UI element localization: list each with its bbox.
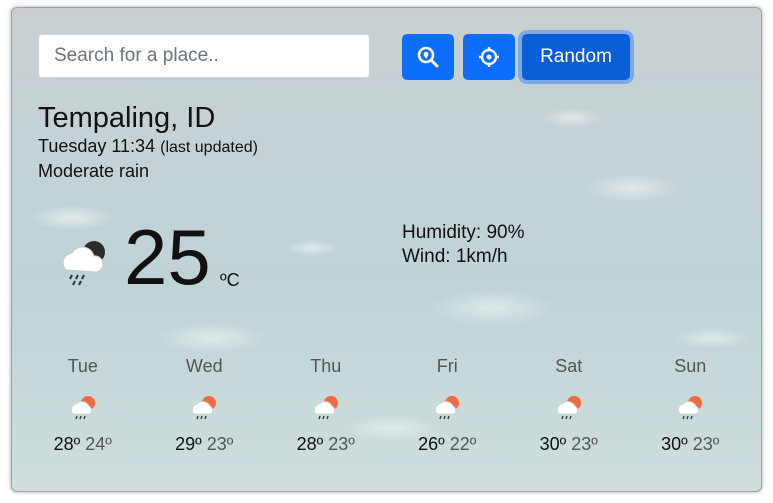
search-button[interactable]	[402, 34, 454, 80]
random-button[interactable]: Random	[522, 34, 630, 80]
sun-rain-icon	[387, 386, 509, 428]
forecast-day: Sat 30º 23º	[508, 356, 630, 455]
forecast-day-name: Thu	[310, 356, 342, 376]
forecast-day: Thu 28º 23º	[265, 356, 387, 455]
forecast-high: 28º	[53, 434, 81, 454]
forecast-temps: 26º 22º	[387, 434, 509, 455]
current-location-button[interactable]	[463, 34, 515, 80]
sun-rain-icon	[22, 386, 144, 428]
forecast-day: Tue 28º 24º	[22, 356, 144, 455]
forecast-low: 23º	[328, 434, 355, 454]
sun-rain-icon	[265, 386, 387, 428]
weather-card: Search for a place.. Random Tempaling, I…	[11, 7, 762, 492]
forecast-day: Wed 29º 23º	[144, 356, 266, 455]
forecast-temps: 28º 23º	[265, 434, 387, 455]
forecast-temps: 30º 23º	[508, 434, 630, 455]
location-name: Tempaling, ID	[38, 102, 216, 134]
forecast-day-name: Fri	[436, 356, 458, 376]
search-input[interactable]: Search for a place..	[38, 34, 370, 78]
forecast-day-name: Sat	[555, 356, 583, 376]
updated-note: (last updated)	[160, 139, 258, 156]
forecast-low: 23º	[571, 434, 598, 454]
forecast-day: Fri 26º 22º	[387, 356, 509, 455]
forecast-high: 30º	[661, 434, 688, 454]
forecast-high: 30º	[539, 434, 567, 454]
weather-condition: Moderate rain	[38, 161, 150, 181]
sun-rain-icon	[508, 386, 630, 428]
forecast-row: Tue 28º 24º Wed 29º 23º Thu 28º 23º Fri 26º 22º…	[22, 356, 752, 455]
forecast-high: 29º	[175, 434, 202, 454]
forecast-low: 23º	[692, 434, 720, 454]
crosshair-icon	[479, 47, 499, 67]
sun-rain-icon	[630, 386, 752, 428]
forecast-low: 22º	[449, 434, 477, 454]
forecast-day: Sun 30º 23º	[630, 356, 752, 455]
forecast-temps: 28º 24º	[22, 434, 144, 455]
last-updated-time: Tuesday 11:34 (last updated)	[38, 136, 258, 157]
search-location-icon	[417, 46, 439, 68]
sun-rain-icon	[144, 386, 266, 428]
forecast-high: 26º	[418, 434, 445, 454]
forecast-temps: 30º 23º	[630, 434, 752, 455]
forecast-day-name: Tue	[67, 356, 98, 376]
temperature-unit: ºC	[220, 270, 240, 290]
forecast-low: 24º	[85, 434, 112, 454]
forecast-high: 28º	[296, 434, 324, 454]
day-time: Tuesday 11:34	[38, 136, 156, 156]
wind: Wind: 1km/h	[402, 246, 508, 267]
forecast-day-name: Wed	[185, 356, 223, 376]
rain-cloud-icon	[56, 236, 112, 291]
current-temperature: 25	[124, 213, 211, 301]
forecast-day-name: Sun	[674, 356, 707, 376]
forecast-low: 23º	[206, 434, 234, 454]
humidity: Humidity: 90%	[402, 222, 525, 243]
forecast-temps: 29º 23º	[144, 434, 266, 455]
